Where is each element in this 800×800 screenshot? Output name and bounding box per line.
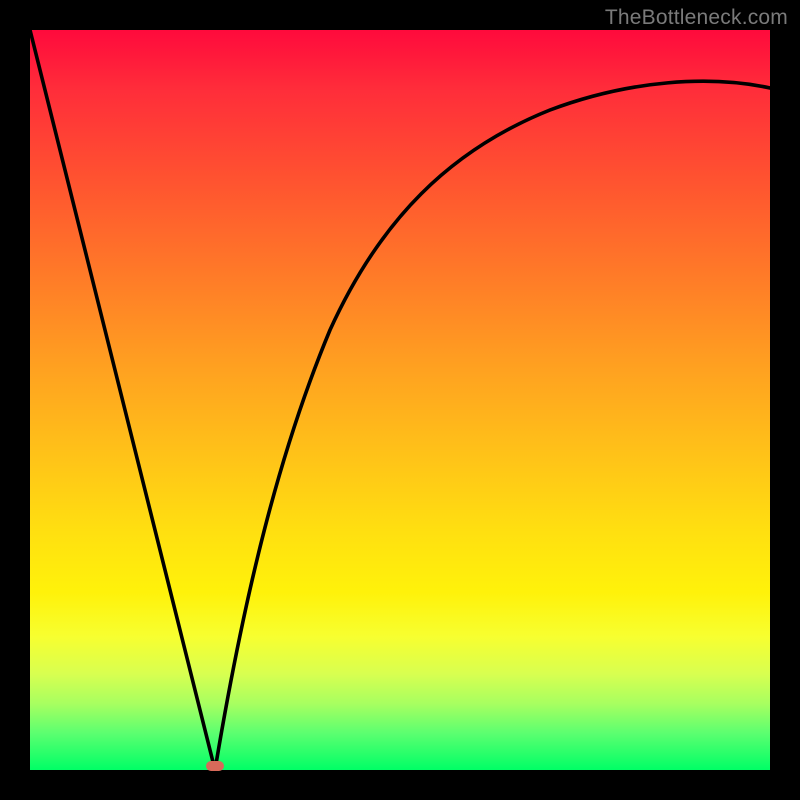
bottleneck-curve (30, 30, 770, 770)
curve-left-segment (30, 30, 215, 770)
chart-frame: TheBottleneck.com (0, 0, 800, 800)
plot-area (30, 30, 770, 770)
curve-right-segment (215, 81, 770, 770)
minimum-marker (206, 761, 224, 771)
watermark-text: TheBottleneck.com (605, 6, 788, 30)
